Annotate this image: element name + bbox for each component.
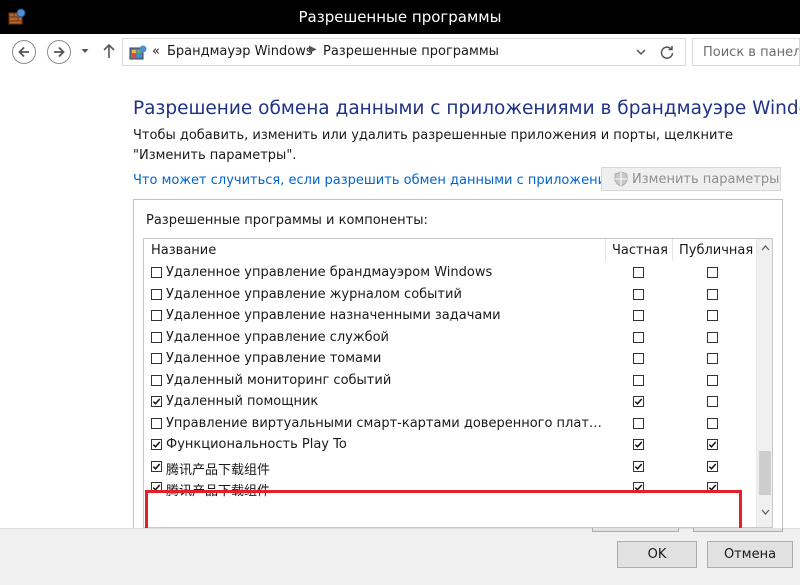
breadcrumb-firewall[interactable]: Брандмауэр Windows [167,44,313,59]
control-panel-icon [129,45,147,60]
list-item[interactable]: Удаленное управление томами [144,348,756,370]
program-name: Удаленное управление службой [166,329,390,345]
vertical-scrollbar[interactable] [756,239,772,527]
list-item[interactable]: Удаленное управление журналом событий [144,284,756,306]
page-description: Чтобы добавить, изменить или удалить раз… [133,128,734,163]
program-name: Удаленное управление брандмауэром Window… [166,265,493,280]
program-enabled-checkbox[interactable] [151,396,162,407]
program-name: Удаленный мониторинг событий [166,372,392,388]
program-name: 腾讯产品下载组件 [166,462,271,478]
partially-hidden-button[interactable] [693,528,783,532]
column-header-name[interactable]: Название [151,243,216,258]
program-enabled-checkbox[interactable] [151,310,162,321]
program-enabled-checkbox[interactable] [151,267,162,278]
list-item[interactable]: Функциональность Play To [144,434,756,456]
search-input[interactable] [693,39,799,65]
list-item[interactable]: 腾讯产品下载组件 [144,477,756,499]
program-enabled-checkbox[interactable] [151,417,162,429]
breadcrumb-overflow[interactable]: « [152,44,160,59]
private-network-checkbox[interactable] [633,267,644,278]
ok-button[interactable]: OK [617,541,697,568]
program-name: Удаленное управление томами [166,351,382,366]
address-dropdown-chevron-icon[interactable] [633,45,649,59]
address-bar[interactable]: « Брандмауэр Windows ▶ Разрешенные прогр… [122,38,686,66]
page-heading: Разрешение обмена данными с приложениями… [133,98,800,119]
public-network-checkbox[interactable] [707,267,718,278]
public-network-checkbox[interactable] [707,439,718,450]
public-network-checkbox[interactable] [707,396,718,407]
forward-button[interactable] [47,40,71,64]
navigation-bar: « Брандмауэр Windows ▶ Разрешенные прогр… [0,34,800,70]
scroll-down-arrow-icon[interactable] [761,509,770,515]
program-enabled-checkbox[interactable] [151,288,162,300]
title-bar: Разрешенные программы [0,0,800,34]
private-network-checkbox[interactable] [633,439,644,450]
back-button[interactable] [12,40,36,64]
breadcrumb-allowed-apps[interactable]: Разрешенные программы [323,44,499,59]
private-network-checkbox[interactable] [633,374,644,386]
public-network-checkbox[interactable] [707,353,718,364]
back-arrow-icon [18,46,29,58]
public-network-checkbox[interactable] [707,460,718,472]
breadcrumb-separator-icon[interactable]: ▶ [309,44,317,55]
program-enabled-checkbox[interactable] [151,353,162,364]
change-settings-label: Изменить параметры [632,171,780,187]
public-network-checkbox[interactable] [707,374,718,386]
recent-locations-chevron-icon[interactable] [80,46,90,56]
column-divider [672,239,673,261]
forward-arrow-icon [54,46,65,58]
list-item[interactable]: Удаленное управление службой [144,327,756,349]
cancel-button[interactable]: Отмена [707,541,793,568]
private-network-checkbox[interactable] [633,482,644,493]
program-name: 腾讯产品下载组件 [166,484,271,499]
column-header-public[interactable]: Публичная [679,243,753,258]
allowed-programs-panel: Разрешенные программы и компоненты: Назв… [133,199,783,528]
private-network-checkbox[interactable] [633,331,644,343]
window-title: Разрешенные программы [298,8,502,26]
up-arrow-icon[interactable] [101,43,117,59]
partially-hidden-button[interactable] [592,528,679,532]
program-enabled-checkbox[interactable] [151,439,162,450]
public-network-checkbox[interactable] [707,417,718,429]
window-content: « Брандмауэр Windows ▶ Разрешенные прогр… [0,34,800,585]
list-item[interactable]: 腾讯产品下载组件 [144,456,756,478]
public-network-checkbox[interactable] [707,310,718,321]
program-enabled-checkbox[interactable] [151,331,162,343]
program-enabled-checkbox[interactable] [151,374,162,386]
public-network-checkbox[interactable] [707,331,718,343]
program-name: Удаленное управление журналом событий [166,286,462,302]
column-divider [605,239,606,261]
program-name: Функциональность Play To [166,437,347,452]
allowed-programs-list: Название Частная Публичная Удаленное упр… [143,238,773,528]
scroll-up-arrow-icon[interactable] [761,245,770,251]
program-enabled-checkbox[interactable] [151,482,162,493]
dialog-button-bar: OK Отмена [0,528,800,585]
list-item[interactable]: Управление виртуальными смарт-картами до… [144,413,756,435]
private-network-checkbox[interactable] [633,460,644,472]
program-enabled-checkbox[interactable] [151,460,162,472]
scrollbar-thumb[interactable] [759,451,771,495]
panel-title: Разрешенные программы и компоненты: [146,213,428,228]
program-name: Удаленное управление назначенными задача… [166,308,501,323]
private-network-checkbox[interactable] [633,353,644,364]
change-settings-button[interactable]: Изменить параметры [601,167,781,191]
program-name: Управление виртуальными смарт-картами до… [166,415,606,431]
public-network-checkbox[interactable] [707,482,718,493]
column-header-private[interactable]: Частная [612,243,668,258]
list-item[interactable]: Удаленный мониторинг событий [144,370,756,392]
public-network-checkbox[interactable] [707,288,718,300]
program-name: Удаленный помощник [166,394,319,409]
refresh-icon[interactable] [659,44,675,60]
list-header: Название Частная Публичная [144,239,756,261]
private-network-checkbox[interactable] [633,396,644,407]
risk-info-link[interactable]: Что может случиться, если разрешить обме… [133,173,631,188]
list-item[interactable]: Удаленное управление назначенными задача… [144,305,756,327]
list-item[interactable]: Удаленное управление брандмауэром Window… [144,262,756,284]
list-item[interactable]: Удаленный помощник [144,391,756,413]
private-network-checkbox[interactable] [633,310,644,321]
private-network-checkbox[interactable] [633,288,644,300]
uac-shield-icon [614,171,628,187]
private-network-checkbox[interactable] [633,417,644,429]
search-box[interactable] [692,38,800,66]
